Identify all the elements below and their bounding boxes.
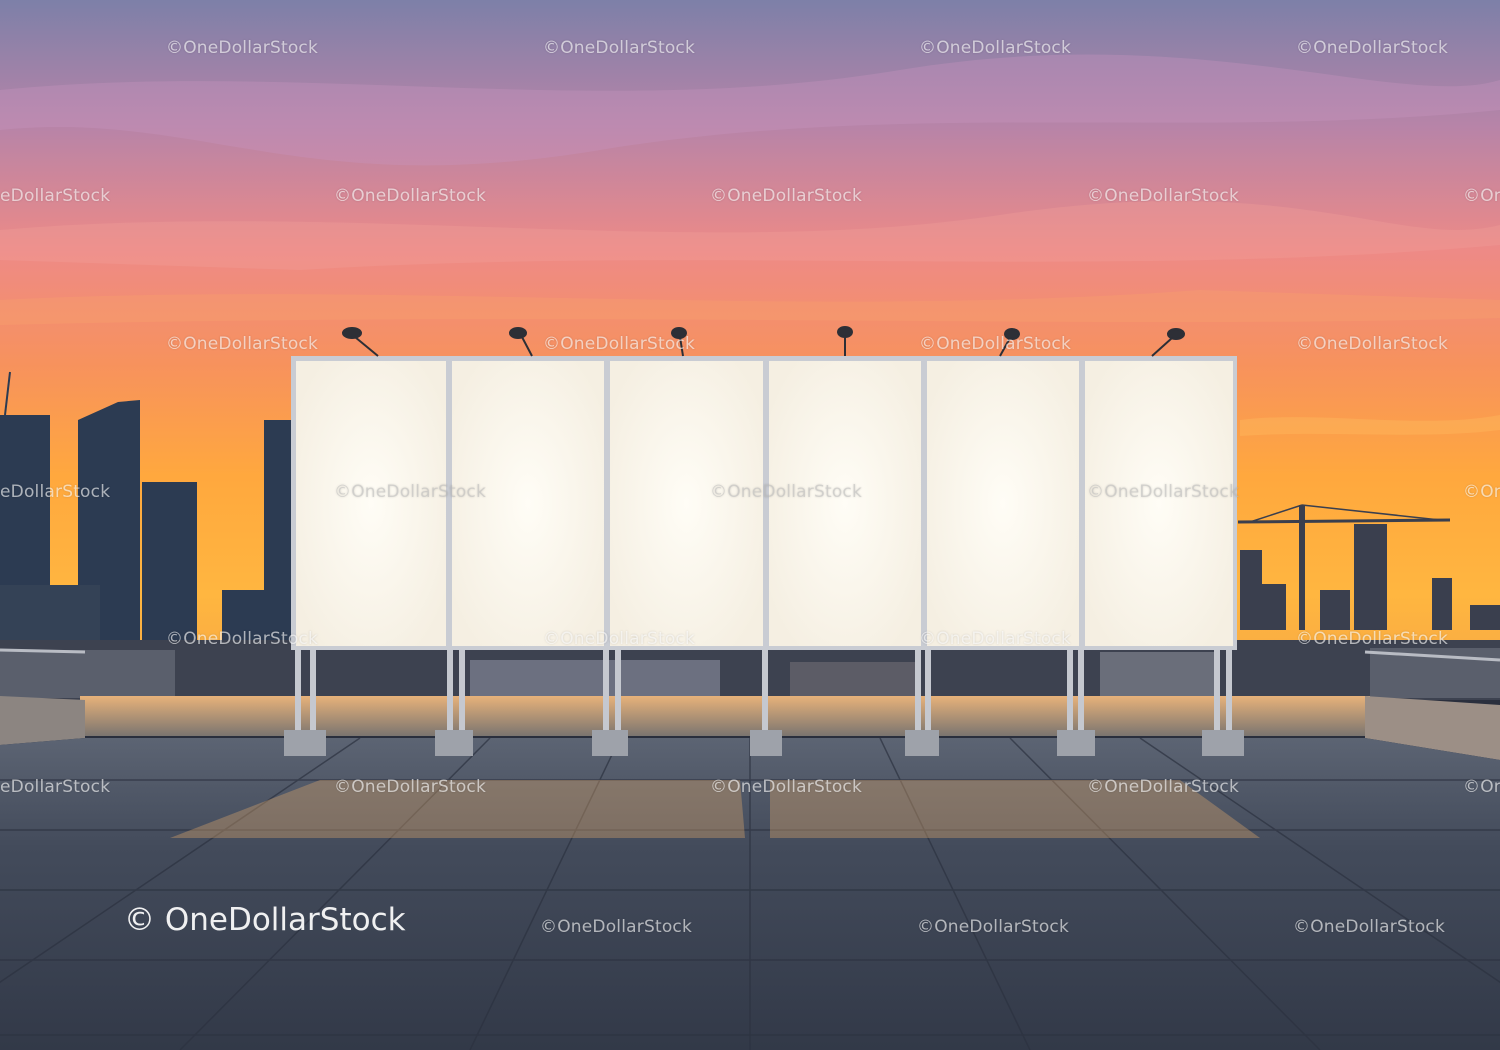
watermark-text: ©OneDollarStock <box>1296 334 1449 354</box>
watermark-text: ©OneDollarStock <box>710 777 863 797</box>
watermark-text: ©OneDollarStock <box>1087 777 1240 797</box>
watermark-text: ©OneDollarStock <box>919 38 1072 58</box>
billboard-panel-1 <box>296 361 446 646</box>
watermark-text: ©OneDollarStock <box>1087 186 1240 206</box>
watermark-text: ©OneDollarStock <box>543 334 696 354</box>
watermark-text-partial: eDollarStock <box>0 482 111 502</box>
billboard-panel-6 <box>1085 361 1233 646</box>
watermark-text: ©OneDollarStock <box>1087 482 1240 502</box>
watermark-text: ©OneDollarStock <box>166 629 319 649</box>
billboard-panel-5 <box>927 361 1079 646</box>
billboard-panel-3 <box>610 361 763 646</box>
watermark-text: ©OneDollarStock <box>166 334 319 354</box>
watermark-text: ©OneDollarStock <box>543 629 696 649</box>
watermark-text-partial: eDollarStock <box>0 186 111 206</box>
rooftop-billboard-photo: ©OneDollarStock ©OneDollarStock ©OneDoll… <box>0 0 1500 1050</box>
watermark-text: ©OneDollarStock <box>166 38 319 58</box>
watermark-text: ©OneDollarStock <box>1296 629 1449 649</box>
watermark-text-partial: ©On <box>1463 777 1500 797</box>
watermark-text-partial: ©On <box>1463 482 1500 502</box>
watermark-text: ©OneDollarStock <box>540 917 693 937</box>
scene-illustration <box>0 0 1500 1050</box>
watermark-text: ©OneDollarStock <box>917 917 1070 937</box>
watermark-text: ©OneDollarStock <box>919 629 1072 649</box>
watermark-text: ©OneDollarStock <box>334 482 487 502</box>
watermark-large: © OneDollarStock <box>124 902 406 938</box>
watermark-text: ©OneDollarStock <box>1296 38 1449 58</box>
rooftop-parapet <box>80 696 1370 736</box>
watermark-text: ©OneDollarStock <box>710 482 863 502</box>
billboard-panel-4 <box>769 361 921 646</box>
watermark-text: ©OneDollarStock <box>334 186 487 206</box>
watermark-text: ©OneDollarStock <box>543 38 696 58</box>
left-ledge <box>0 696 85 745</box>
watermark-text: ©OneDollarStock <box>334 777 487 797</box>
watermark-text-partial: ©On <box>1463 186 1500 206</box>
watermark-text-partial: eDollarStock <box>0 777 111 797</box>
watermark-text: ©OneDollarStock <box>1293 917 1446 937</box>
billboard-panel-2 <box>452 361 604 646</box>
watermark-text: ©OneDollarStock <box>710 186 863 206</box>
watermark-text: ©OneDollarStock <box>919 334 1072 354</box>
